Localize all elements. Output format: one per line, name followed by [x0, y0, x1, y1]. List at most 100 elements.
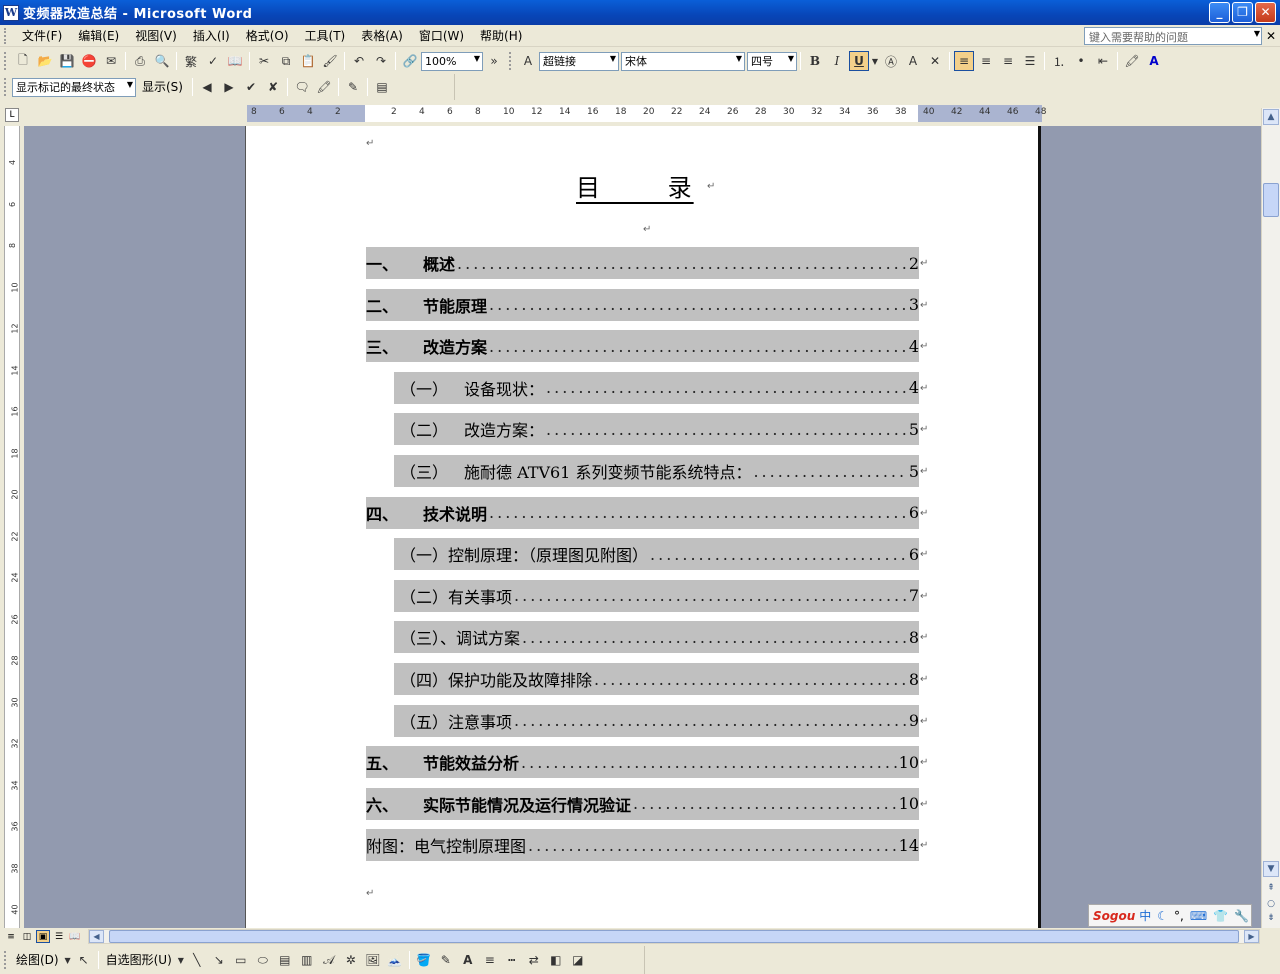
bold-button[interactable]: B: [805, 51, 825, 71]
accept-change-icon[interactable]: ✔: [241, 77, 261, 97]
chevron-down-icon[interactable]: ▼: [788, 54, 794, 63]
open-folder-icon[interactable]: 📂: [35, 51, 55, 71]
bullets-icon[interactable]: •: [1071, 51, 1091, 71]
permission-icon[interactable]: ⛔: [79, 51, 99, 71]
keyboard-icon[interactable]: ⌨: [1190, 909, 1207, 923]
print-preview-icon[interactable]: 🔍: [152, 51, 172, 71]
shadow-style-icon[interactable]: ◧: [546, 950, 566, 970]
markup-state-select[interactable]: 显示标记的最终状态 ▼: [12, 77, 136, 97]
menu-file[interactable]: 文件(F): [14, 26, 70, 46]
scroll-left-icon[interactable]: ◀: [89, 930, 104, 943]
print-icon[interactable]: ⎙: [130, 51, 150, 71]
reject-change-icon[interactable]: ✘: [263, 77, 283, 97]
undo-icon[interactable]: ↶: [349, 51, 369, 71]
rectangle-icon[interactable]: ▭: [231, 950, 251, 970]
copy-icon[interactable]: ⧉: [276, 51, 296, 71]
punctuation-icon[interactable]: °,: [1174, 909, 1184, 923]
toc-entry[interactable]: 六、 实际节能情况及运行情况验证.........................…: [366, 787, 919, 820]
print-layout-view-icon[interactable]: ▣: [36, 930, 50, 943]
ime-mode[interactable]: 中: [1139, 907, 1151, 924]
style-select[interactable]: 超链接 ▼: [539, 51, 619, 71]
horizontal-scroll-thumb[interactable]: [109, 930, 1239, 943]
align-center-icon[interactable]: ≡: [976, 51, 996, 71]
clip-art-icon[interactable]: 🖼: [363, 950, 383, 970]
toc-entry[interactable]: （二）有关事项.................................…: [394, 579, 919, 612]
document-close-icon[interactable]: ✕: [1266, 29, 1276, 43]
insert-hyperlink-icon[interactable]: 🔗: [400, 51, 420, 71]
menu-edit[interactable]: 编辑(E): [70, 26, 127, 46]
toolbar-options-icon[interactable]: »: [484, 51, 504, 71]
toc-entry[interactable]: 附图：电气控制原理图..............................…: [366, 829, 919, 862]
text-effects-icon[interactable]: ✕: [925, 51, 945, 71]
toc-entry[interactable]: （四）保护功能及故障排除............................…: [394, 663, 919, 695]
chevron-down-icon[interactable]: ▼: [127, 80, 133, 89]
menu-help[interactable]: 帮助(H): [472, 26, 530, 46]
wrench-icon[interactable]: 🔧: [1234, 909, 1249, 923]
minimize-button[interactable]: _: [1209, 2, 1230, 23]
new-document-icon[interactable]: 🗋: [13, 51, 33, 71]
format-painter-icon[interactable]: 🖌: [320, 51, 340, 71]
chevron-down-icon[interactable]: ▼: [736, 54, 742, 63]
track-changes-icon[interactable]: ✎: [343, 77, 363, 97]
horizontal-scrollbar[interactable]: ◀ ▶: [88, 929, 1260, 944]
highlight-icon[interactable]: 🖍: [1122, 51, 1142, 71]
toc-entry[interactable]: 四、 技术说明..................................…: [366, 496, 919, 529]
toc-entry[interactable]: 三、 改造方案..................................…: [366, 330, 919, 363]
word-app-icon[interactable]: W: [3, 4, 19, 21]
next-change-icon[interactable]: ▶: [219, 77, 239, 97]
web-layout-view-icon[interactable]: ◫: [20, 930, 34, 943]
fill-color-icon[interactable]: 🪣: [414, 950, 434, 970]
align-left-icon[interactable]: ≡: [954, 51, 974, 71]
line-style-icon[interactable]: ≡: [480, 950, 500, 970]
menu-tools[interactable]: 工具(T): [297, 26, 354, 46]
vertical-ruler[interactable]: 4 6 8 10 12 14 16 18 20 22 24 26 28 30 32 34 36 38 40: [0, 126, 24, 928]
spelling-icon[interactable]: ✓: [203, 51, 223, 71]
decrease-indent-icon[interactable]: ⇤: [1093, 51, 1113, 71]
justify-distributed-icon[interactable]: ☰: [1020, 51, 1040, 71]
toc-entry[interactable]: （五）注意事项.................................…: [394, 704, 919, 737]
vertical-text-box-icon[interactable]: ▥: [297, 950, 317, 970]
line-color-icon[interactable]: ✎: [436, 950, 456, 970]
toolbar-grip[interactable]: [4, 951, 8, 969]
menu-window[interactable]: 窗口(W): [411, 26, 472, 46]
picture-icon[interactable]: 🗻: [385, 950, 405, 970]
align-right-icon[interactable]: ≡: [998, 51, 1018, 71]
character-border-icon[interactable]: Ⓐ: [881, 51, 901, 71]
reviewing-pane-icon[interactable]: ▤: [372, 77, 392, 97]
toc-entry[interactable]: （三）、调试方案................................…: [394, 621, 919, 654]
email-icon[interactable]: ✉: [101, 51, 121, 71]
dash-style-icon[interactable]: ┅: [502, 950, 522, 970]
chevron-down-icon[interactable]: ▼: [1254, 29, 1260, 38]
previous-page-icon[interactable]: ⇞: [1263, 881, 1279, 897]
scroll-up-icon[interactable]: ▲: [1263, 109, 1279, 125]
menu-view[interactable]: 视图(V): [127, 26, 185, 46]
menu-format[interactable]: 格式(O): [238, 26, 297, 46]
toc-entry[interactable]: 五、 节能效益分析................................…: [366, 746, 919, 779]
traditional-chinese-icon[interactable]: 繁: [181, 51, 201, 71]
font-color-icon[interactable]: A: [1144, 51, 1164, 71]
text-box-icon[interactable]: ▤: [275, 950, 295, 970]
horizontal-ruler[interactable]: 8 6 4 2 2 4 6 8 10 12 14 16 18 20 22 24 26 28 30 32 34 36 38 40…: [247, 105, 1046, 122]
show-menu[interactable]: 显示(S): [136, 77, 189, 97]
menubar-grip[interactable]: [4, 27, 8, 44]
toolbar-grip[interactable]: [509, 52, 513, 70]
chevron-down-icon[interactable]: ▼: [177, 950, 185, 970]
font-size-select[interactable]: 四号 ▼: [747, 51, 797, 71]
chevron-down-icon[interactable]: ▼: [610, 54, 616, 63]
font-color-icon[interactable]: A: [458, 950, 478, 970]
oval-icon[interactable]: ⬭: [253, 950, 273, 970]
highlight-icon[interactable]: 🖍: [314, 77, 334, 97]
styles-icon[interactable]: A: [518, 51, 538, 71]
chevron-down-icon[interactable]: ▼: [64, 950, 72, 970]
outline-view-icon[interactable]: ☰: [52, 930, 66, 943]
previous-change-icon[interactable]: ◀: [197, 77, 217, 97]
save-icon[interactable]: 💾: [57, 51, 77, 71]
zoom-select[interactable]: 100% ▼: [421, 51, 483, 71]
skin-icon[interactable]: 👕: [1213, 909, 1228, 923]
arrow-icon[interactable]: ↘: [209, 950, 229, 970]
scroll-down-icon[interactable]: ▼: [1263, 861, 1279, 877]
wordart-icon[interactable]: 𝒜: [319, 950, 339, 970]
next-page-icon[interactable]: ⇟: [1263, 911, 1279, 927]
italic-button[interactable]: I: [827, 51, 847, 71]
chevron-down-icon[interactable]: ▼: [871, 51, 879, 71]
